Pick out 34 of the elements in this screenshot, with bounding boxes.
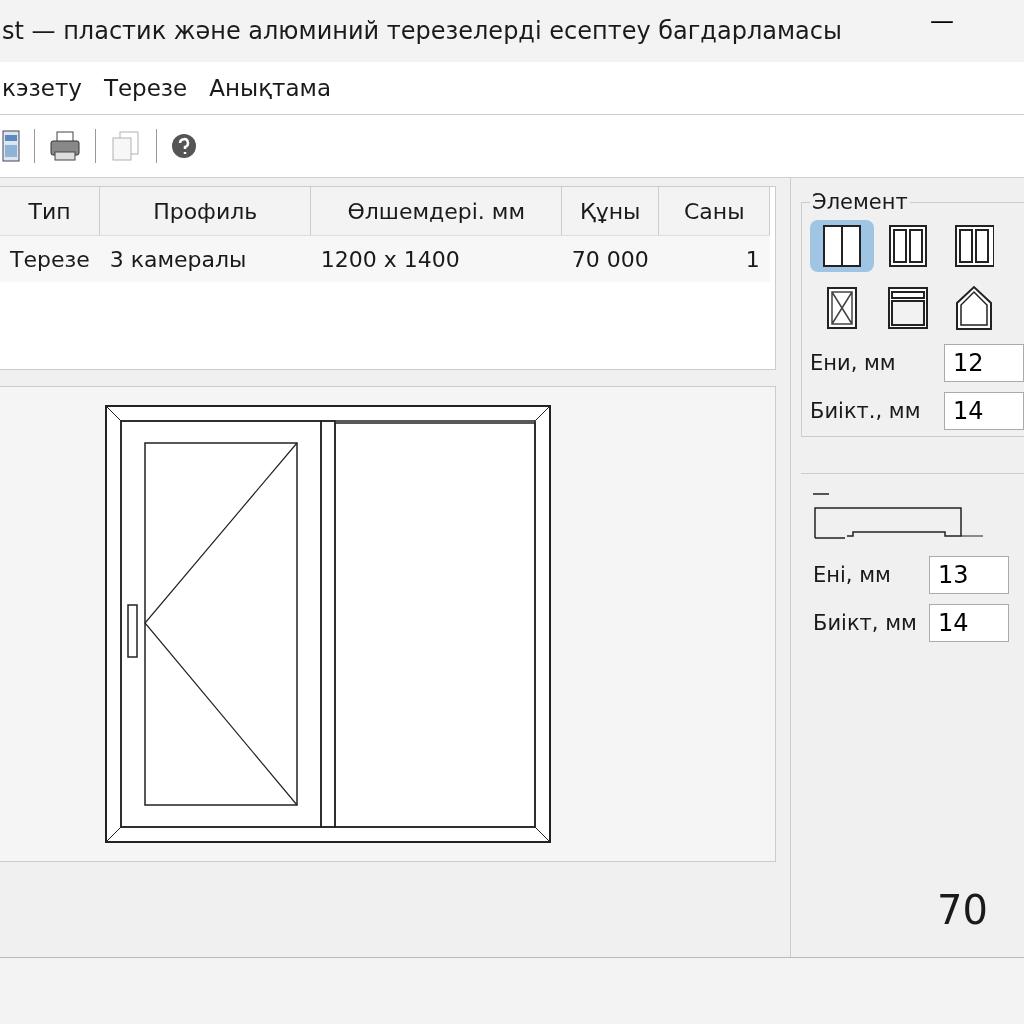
table-cell: 1200 x 1400 — [310, 235, 562, 282]
menu-item[interactable]: Анықтама — [209, 75, 331, 101]
window-title: st — пластик және алюминий терезелерді есептеу багдарламасы — [2, 17, 842, 45]
table-cell: 70 000 — [561, 235, 659, 282]
field-label: Биікт, мм — [813, 611, 918, 635]
door-icon — [826, 286, 858, 330]
menu-item[interactable]: кэзету — [2, 75, 82, 101]
field-label: Ені, мм — [813, 563, 892, 587]
double-sash-icon — [888, 224, 928, 268]
element-option[interactable] — [810, 220, 874, 272]
column-header[interactable]: Профиль — [99, 187, 311, 236]
house-shape-icon — [955, 285, 993, 331]
table-cell: 1 — [658, 235, 770, 282]
menu-item[interactable]: Терезе — [103, 75, 188, 101]
column-header[interactable]: Өлшемдері. мм — [310, 187, 562, 236]
field-label: Биікт., мм — [810, 399, 922, 423]
double-sash-icon — [822, 224, 862, 268]
dimension-field[interactable]: 14 — [929, 604, 1009, 642]
column-header[interactable]: Тип — [0, 187, 100, 236]
help-icon[interactable] — [171, 133, 197, 159]
column-header[interactable]: Саны — [658, 187, 770, 236]
total-price: 70 — [937, 887, 989, 933]
minimize-button[interactable]: — — [920, 7, 964, 35]
group-title: Элемент — [811, 190, 909, 214]
transom-window-icon — [887, 286, 929, 330]
column-header[interactable]: Құны — [561, 187, 659, 236]
calculator-icon[interactable] — [2, 129, 20, 163]
printer-icon[interactable] — [49, 130, 81, 162]
table-cell: 3 камералы — [99, 235, 311, 282]
dimension-field[interactable]: 12 — [944, 344, 1024, 382]
field-label: Ени, мм — [810, 351, 897, 375]
table-cell: Терезе — [0, 235, 100, 282]
dimension-field[interactable]: 13 — [929, 556, 1009, 594]
dimension-field[interactable]: 14 — [944, 392, 1024, 430]
